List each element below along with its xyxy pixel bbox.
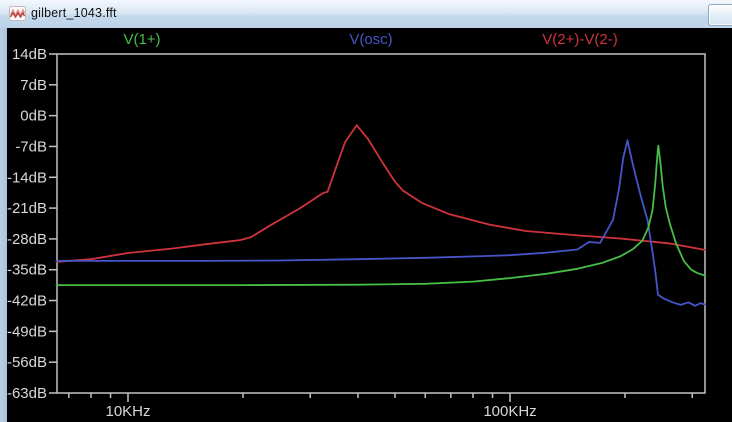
- y-axis-tick-label[interactable]: -14dB: [7, 169, 47, 186]
- x-axis-tick-label[interactable]: 10KHz: [105, 403, 150, 420]
- y-axis-tick-label[interactable]: -7dB: [15, 138, 47, 155]
- y-axis-tick-label[interactable]: 0dB: [20, 108, 47, 125]
- trace-v2+v2: [57, 125, 706, 261]
- y-axis-tick-label[interactable]: -49dB: [7, 323, 47, 340]
- y-axis-tick-label[interactable]: 7dB: [20, 77, 47, 94]
- trace-v1+: [57, 146, 706, 286]
- plot-canvas[interactable]: 14dB 7dB 0dB -7dB -14dB -21dB -28dB -35dB -42dB -…: [0, 0, 732, 422]
- y-axis-tick-label[interactable]: -63dB: [7, 385, 47, 402]
- y-axis-tick-label[interactable]: -28dB: [7, 231, 47, 248]
- ltspice-plot-window: gilbert_1043.fft V(1+) V(osc) V(2+)-V(2-…: [0, 0, 732, 422]
- y-axis-tick-label[interactable]: -56dB: [7, 354, 47, 371]
- y-axis-tick-label[interactable]: 14dB: [12, 46, 47, 63]
- trace-vosc: [57, 140, 706, 305]
- y-axis-tick-label[interactable]: -35dB: [7, 262, 47, 279]
- y-axis-tick-label[interactable]: -21dB: [7, 200, 47, 217]
- plot-frame: [57, 54, 705, 393]
- x-axis-tick-label[interactable]: 100KHz: [483, 403, 536, 420]
- y-axis-tick-label[interactable]: -42dB: [7, 293, 47, 310]
